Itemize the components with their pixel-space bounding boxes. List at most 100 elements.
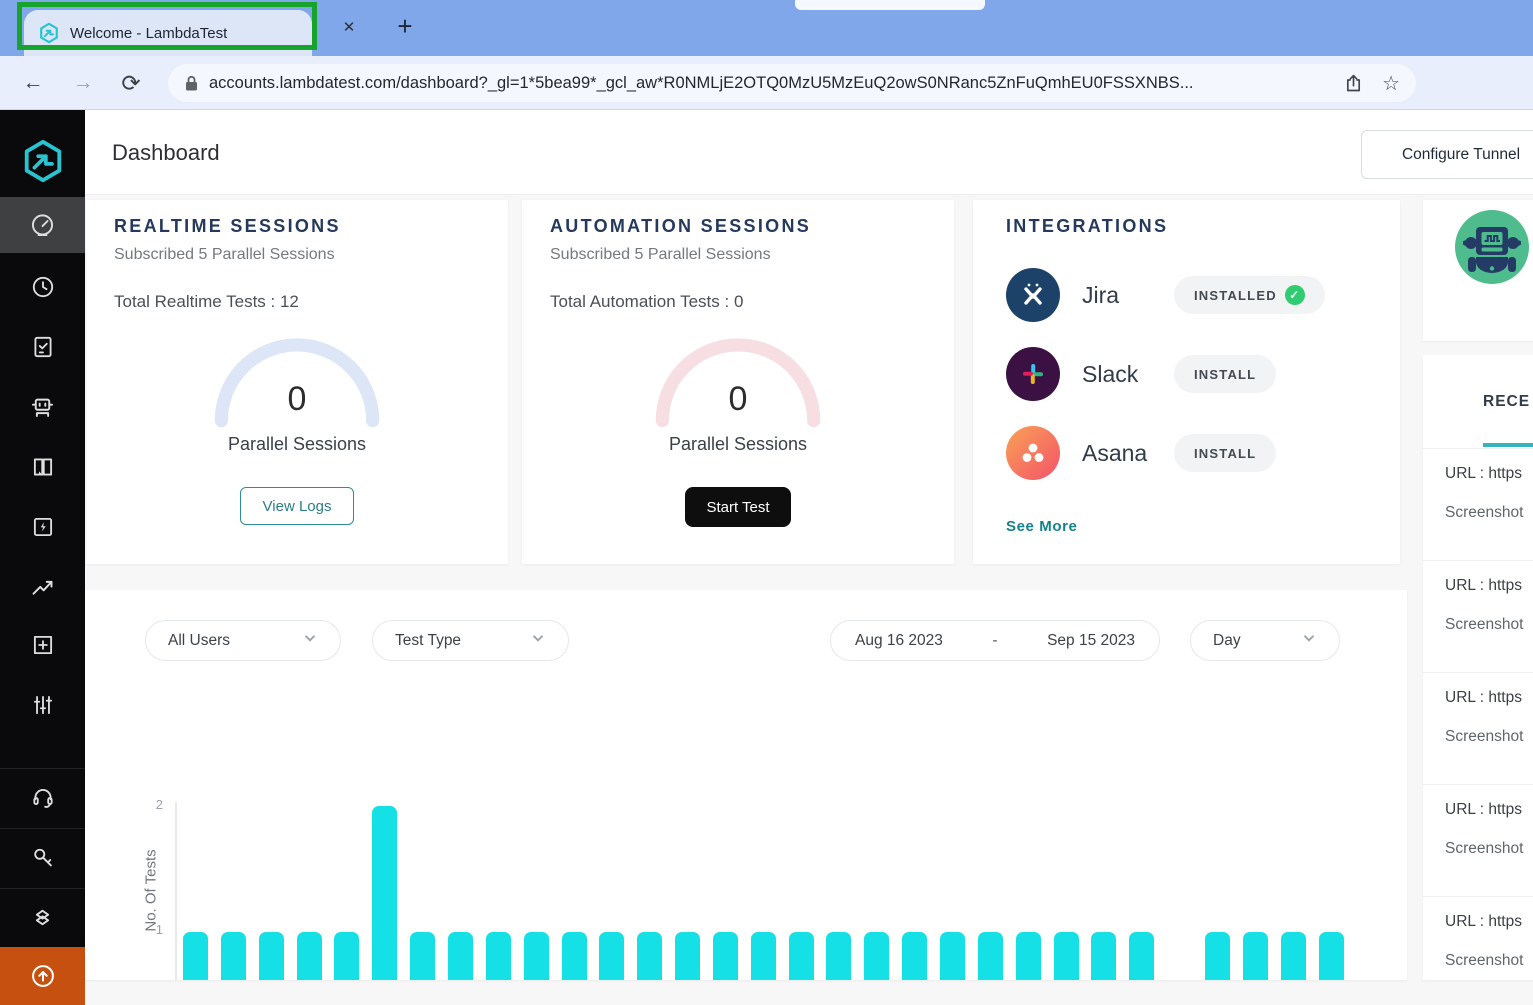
browser-tab-welcome[interactable]: Welcome - LambdaTest bbox=[24, 10, 312, 56]
automation-card-subtitle: Subscribed 5 Parallel Sessions bbox=[550, 246, 771, 263]
sidebar-item-lt-browser[interactable] bbox=[0, 439, 85, 495]
recent-url-label: URL : https bbox=[1445, 801, 1522, 818]
key-icon bbox=[33, 848, 52, 867]
see-more-link[interactable]: See More bbox=[1006, 518, 1078, 535]
sidebar-item-dashboard[interactable] bbox=[0, 197, 85, 253]
plus-square-icon bbox=[33, 635, 52, 655]
recent-screenshot-label: Screenshot bbox=[1445, 728, 1524, 745]
integration-row-jira: Jira INSTALLED ✓ bbox=[1006, 268, 1376, 322]
recent-screenshot-label: Screenshot bbox=[1445, 952, 1524, 969]
recent-screenshot-row[interactable]: URL : https Screenshot bbox=[1423, 897, 1533, 980]
reload-button[interactable]: ⟳ bbox=[116, 68, 146, 98]
integrations-card: INTEGRATIONS Jira INSTALLED ✓ Slack INST… bbox=[973, 200, 1400, 564]
chevron-down-icon bbox=[1301, 630, 1317, 651]
badge-label: INSTALLED bbox=[1194, 287, 1277, 303]
automation-total-tests: Total Automation Tests : 0 bbox=[550, 292, 744, 311]
jira-installed-badge[interactable]: INSTALLED ✓ bbox=[1174, 276, 1325, 314]
lambdatest-favicon-icon bbox=[38, 22, 60, 44]
configure-tunnel-button[interactable]: Configure Tunnel bbox=[1361, 130, 1533, 179]
recent-screenshot-row[interactable]: URL : https Screenshot bbox=[1423, 449, 1533, 561]
sidebar bbox=[0, 110, 85, 1005]
date-range-input[interactable]: Aug 16 2023 - Sep 15 2023 bbox=[830, 620, 1160, 661]
bookmark-star-icon[interactable]: ☆ bbox=[1382, 71, 1400, 96]
recent-screenshot-row[interactable]: URL : https Screenshot bbox=[1423, 561, 1533, 673]
realtime-parallel-count: 0 bbox=[287, 380, 307, 418]
sidebar-item-access-key[interactable] bbox=[0, 829, 85, 885]
integrations-card-title: INTEGRATIONS bbox=[1006, 216, 1169, 236]
chevron-down-icon bbox=[302, 630, 318, 651]
granularity-value: Day bbox=[1213, 631, 1241, 649]
recent-url-label: URL : https bbox=[1445, 465, 1522, 482]
sidebar-item-support[interactable] bbox=[0, 769, 85, 825]
sidebar-item-apps[interactable] bbox=[0, 499, 85, 555]
recent-screenshots-panel: RECE URL : https Screenshot URL : https … bbox=[1423, 355, 1533, 980]
sidebar-item-settings[interactable] bbox=[0, 677, 85, 733]
recent-screenshot-row[interactable]: URL : https Screenshot bbox=[1423, 673, 1533, 785]
sidebar-item-integrations[interactable] bbox=[0, 889, 85, 945]
trend-up-icon bbox=[32, 580, 53, 595]
sidebar-lambdatest-logo[interactable] bbox=[0, 138, 85, 184]
recent-screenshot-label: Screenshot bbox=[1445, 840, 1524, 857]
automation-sessions-card: AUTOMATION SESSIONS Subscribed 5 Paralle… bbox=[522, 200, 954, 564]
integration-row-slack: Slack INSTALL bbox=[1006, 347, 1376, 401]
new-tab-button[interactable]: + bbox=[390, 11, 420, 41]
recent-panel-tab[interactable]: RECE bbox=[1483, 393, 1530, 411]
granularity-dropdown[interactable]: Day bbox=[1190, 620, 1340, 661]
view-logs-button[interactable]: View Logs bbox=[240, 487, 354, 525]
tabstrip-notch bbox=[795, 0, 985, 10]
automation-gauge-label: Parallel Sessions bbox=[668, 434, 808, 454]
tab-close-icon[interactable]: ✕ bbox=[336, 14, 362, 40]
clock-icon bbox=[32, 276, 53, 298]
sidebar-item-automation[interactable] bbox=[0, 379, 85, 435]
headset-icon bbox=[32, 789, 53, 808]
recent-list: URL : https Screenshot URL : https Scree… bbox=[1423, 449, 1533, 980]
page-title: Dashboard bbox=[112, 140, 220, 165]
installed-check-icon: ✓ bbox=[1284, 285, 1305, 305]
recent-url-label: URL : https bbox=[1445, 577, 1522, 594]
y-tick-1: 1 bbox=[155, 922, 163, 937]
realtime-gauge-label: Parallel Sessions bbox=[227, 434, 367, 454]
speedometer-icon bbox=[31, 213, 54, 236]
layers-icon bbox=[35, 909, 50, 925]
test-type-dropdown[interactable]: Test Type bbox=[372, 620, 569, 661]
integration-name: Jira bbox=[1082, 281, 1120, 308]
badge-label: INSTALL bbox=[1194, 366, 1257, 382]
recent-screenshot-row[interactable]: URL : https Screenshot bbox=[1423, 785, 1533, 897]
integration-name: Asana bbox=[1082, 439, 1148, 466]
lock-icon bbox=[184, 75, 199, 92]
sliders-icon bbox=[33, 695, 52, 715]
date-separator: - bbox=[992, 631, 998, 649]
share-icon[interactable] bbox=[1343, 73, 1364, 94]
url-text: accounts.lambdatest.com/dashboard?_gl=1*… bbox=[209, 73, 1194, 92]
url-omnibox[interactable]: accounts.lambdatest.com/dashboard?_gl=1*… bbox=[168, 64, 1416, 102]
robot-icon bbox=[31, 398, 54, 417]
robot-avatar bbox=[1455, 210, 1529, 284]
start-test-button[interactable]: Start Test bbox=[685, 487, 791, 527]
realtime-card-title: REALTIME SESSIONS bbox=[114, 216, 341, 236]
sidebar-item-upgrade[interactable] bbox=[0, 947, 85, 1005]
y-tick-2: 2 bbox=[155, 797, 163, 812]
upgrade-circle-arrow-icon bbox=[31, 965, 54, 987]
recent-url-label: URL : https bbox=[1445, 689, 1522, 706]
all-users-dropdown[interactable]: All Users bbox=[145, 620, 341, 661]
badge-label: INSTALL bbox=[1194, 445, 1257, 461]
realtime-total-tests: Total Realtime Tests : 12 bbox=[114, 292, 299, 311]
date-to-value: Sep 15 2023 bbox=[1047, 631, 1135, 649]
jira-icon bbox=[1006, 268, 1060, 322]
slack-install-button[interactable]: INSTALL bbox=[1174, 355, 1277, 393]
automation-parallel-count: 0 bbox=[728, 380, 748, 418]
sidebar-item-test[interactable] bbox=[0, 319, 85, 375]
asana-install-button[interactable]: INSTALL bbox=[1174, 434, 1277, 472]
back-button[interactable]: ← bbox=[18, 68, 48, 98]
recent-url-label: URL : https bbox=[1445, 913, 1522, 930]
sidebar-item-new[interactable] bbox=[0, 617, 85, 673]
sidebar-item-analytics[interactable] bbox=[0, 559, 85, 615]
sidebar-item-realtime[interactable] bbox=[0, 259, 85, 315]
asana-icon bbox=[1006, 426, 1060, 480]
realtime-card-subtitle: Subscribed 5 Parallel Sessions bbox=[114, 246, 335, 263]
app-header bbox=[85, 110, 1533, 195]
integration-row-asana: Asana INSTALL bbox=[1006, 426, 1376, 480]
test-type-value: Test Type bbox=[395, 631, 462, 649]
forward-button[interactable]: → bbox=[68, 68, 98, 98]
date-from-value: Aug 16 2023 bbox=[855, 631, 943, 649]
